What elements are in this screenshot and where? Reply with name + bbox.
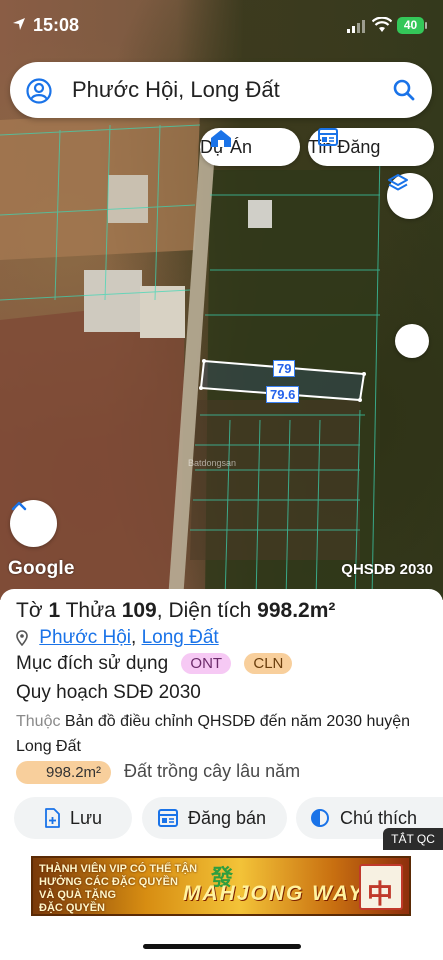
listing-card-icon bbox=[318, 128, 338, 146]
projects-chip[interactable]: Dự Án bbox=[200, 128, 300, 166]
parcel-dimension-top: 79 bbox=[273, 360, 296, 377]
sheet-label: Tờ bbox=[16, 599, 43, 622]
ad-area: THÀNH VIÊN VIP CÓ THỂ TẬN HƯỞNG CÁC ĐẶC … bbox=[0, 850, 443, 960]
search-bar[interactable]: Phước Hội, Long Đất bbox=[10, 62, 432, 118]
belongs-label: Thuộc bbox=[16, 713, 61, 730]
listings-chip[interactable]: Tin Đăng bbox=[308, 128, 434, 166]
post-for-sale-button[interactable]: Đăng bán bbox=[142, 797, 287, 839]
user-account-icon[interactable] bbox=[26, 78, 52, 104]
ad-line-3: VÀ QUÀ TẶNG bbox=[39, 889, 116, 901]
close-ad-button[interactable]: TẮT QC bbox=[383, 828, 443, 850]
parcel-title: Tờ 1 Thửa 109, Diện tích 998.2m² bbox=[16, 599, 336, 622]
plan-layer-badge: QHSDĐ 2030 bbox=[341, 561, 433, 578]
home-building-icon bbox=[211, 130, 231, 147]
ad-brand: MAHJONG WAYS bbox=[183, 882, 381, 905]
home-indicator bbox=[143, 944, 301, 949]
map-layers-button[interactable] bbox=[387, 173, 433, 219]
wifi-icon bbox=[372, 17, 392, 32]
ad-line-2: HƯỞNG CÁC ĐẶC QUYỀN bbox=[39, 876, 178, 888]
parcel-info-sheet: Tờ 1 Thửa 109, Diện tích 998.2m² Phước H… bbox=[0, 589, 443, 859]
plan-description: Thuộc Bản đồ điều chỉnh QHSDĐ đến năm 20… bbox=[16, 709, 426, 759]
sheet-number: 1 bbox=[48, 599, 61, 622]
add-document-icon bbox=[45, 808, 60, 828]
map-pin-icon bbox=[16, 630, 28, 646]
search-query[interactable]: Phước Hội, Long Đất bbox=[72, 77, 280, 103]
ad-line-4: ĐẶC QUYỀN bbox=[39, 902, 106, 914]
search-icon[interactable] bbox=[392, 78, 416, 102]
save-button[interactable]: Lưu bbox=[14, 797, 132, 839]
map-view[interactable]: 79 79.6 Batdongsan 15:08 40 Phước Hội, L… bbox=[0, 0, 443, 600]
lot-label: Thửa bbox=[65, 599, 116, 622]
location-arrow-icon bbox=[13, 18, 25, 30]
ad-text: THÀNH VIÊN VIP CÓ THỂ TẬN HƯỞNG CÁC ĐẶC … bbox=[39, 863, 198, 914]
mahjong-tile-icon: 中 bbox=[359, 864, 403, 910]
cellular-signal-icon bbox=[347, 20, 365, 33]
status-time: 15:08 bbox=[33, 15, 80, 35]
belongs-text: Bản đồ điều chỉnh QHSDĐ đến năm 2030 huy… bbox=[16, 713, 411, 755]
zone-row: 998.2m² Đất trồng cây lâu năm bbox=[16, 761, 300, 784]
post-for-sale-label: Đăng bán bbox=[188, 807, 267, 828]
area-label: Diện tích bbox=[168, 599, 252, 622]
land-use-tag-ont: ONT bbox=[181, 653, 232, 675]
map-watermark: Batdongsan bbox=[188, 458, 237, 468]
district-link[interactable]: Long Đất bbox=[142, 627, 219, 648]
expand-sheet-button[interactable] bbox=[10, 500, 57, 547]
battery-tip bbox=[425, 22, 427, 29]
ad-banner[interactable]: THÀNH VIÊN VIP CÓ THỂ TẬN HƯỞNG CÁC ĐẶC … bbox=[31, 856, 411, 916]
layers-icon bbox=[388, 174, 408, 191]
legend-button-label: Chú thích bbox=[340, 807, 418, 828]
purpose-label: Mục đích sử dụng bbox=[16, 653, 169, 674]
plan-title: Quy hoạch SDĐ 2030 bbox=[16, 682, 201, 703]
google-logo: Google bbox=[8, 558, 75, 579]
chevron-up-icon bbox=[11, 501, 27, 511]
lot-number: 109 bbox=[121, 599, 157, 622]
side-handle-button[interactable] bbox=[395, 324, 429, 358]
ward-link[interactable]: Phước Hội bbox=[39, 627, 131, 648]
zone-type: Đất trồng cây lâu năm bbox=[124, 761, 301, 781]
land-use-tag-cln: CLN bbox=[244, 653, 293, 675]
parcel-dimension-bottom: 79.6 bbox=[266, 386, 300, 403]
parcel-location: Phước Hội, Long Đất bbox=[16, 627, 219, 649]
ad-line-1: THÀNH VIÊN VIP CÓ THỂ TẬN bbox=[39, 863, 198, 875]
land-use-purpose: Mục đích sử dụng ONT CLN bbox=[16, 653, 293, 675]
save-button-label: Lưu bbox=[70, 807, 103, 828]
battery-indicator: 40 bbox=[397, 17, 424, 34]
listing-card-icon bbox=[158, 809, 178, 827]
status-bar: 15:08 40 bbox=[0, 0, 443, 50]
half-circle-icon bbox=[311, 809, 329, 827]
area-value: 998.2m² bbox=[257, 599, 336, 622]
zone-area-pill: 998.2m² bbox=[16, 761, 112, 784]
